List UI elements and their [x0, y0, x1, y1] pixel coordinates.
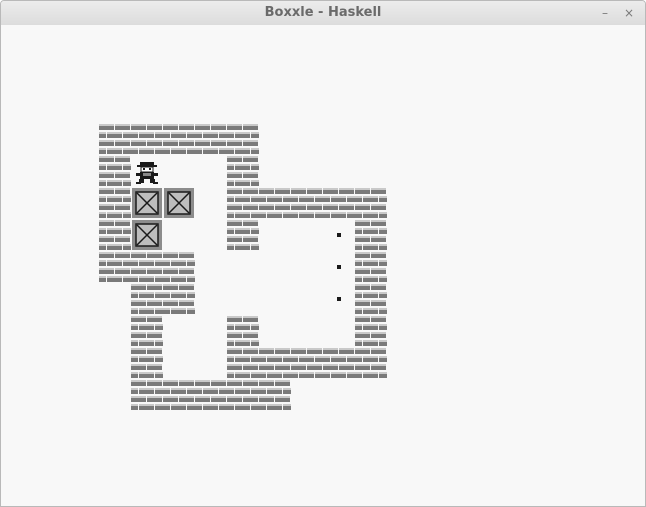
brick-wall-icon	[163, 124, 195, 154]
brick-wall-icon	[99, 220, 131, 250]
crate-icon	[132, 220, 162, 250]
brick-wall-icon	[291, 188, 323, 218]
sokoban-level	[99, 124, 387, 410]
brick-wall-icon	[355, 188, 387, 218]
warehouse-keeper-icon	[136, 162, 158, 184]
brick-wall-icon	[99, 124, 131, 154]
brick-wall-icon	[227, 348, 259, 378]
brick-wall-icon	[323, 348, 355, 378]
brick-wall-icon	[227, 156, 259, 186]
brick-wall-icon	[131, 124, 163, 154]
brick-wall-icon	[131, 348, 163, 378]
brick-wall-icon	[259, 380, 291, 410]
brick-wall-icon	[131, 252, 163, 282]
brick-wall-icon	[163, 252, 195, 282]
goal-dot-icon	[337, 297, 341, 301]
brick-wall-icon	[163, 284, 195, 314]
brick-wall-icon	[227, 124, 259, 154]
brick-wall-icon	[163, 380, 195, 410]
brick-wall-icon	[259, 348, 291, 378]
brick-wall-icon	[355, 284, 387, 314]
brick-wall-icon	[355, 252, 387, 282]
brick-wall-icon	[99, 252, 131, 282]
app-window: Boxxle - Haskell – ×	[0, 0, 646, 507]
brick-wall-icon	[291, 348, 323, 378]
brick-wall-icon	[355, 348, 387, 378]
brick-wall-icon	[227, 380, 259, 410]
game-board[interactable]	[1, 25, 645, 506]
brick-wall-icon	[259, 188, 291, 218]
brick-wall-icon	[99, 156, 131, 186]
brick-wall-icon	[323, 188, 355, 218]
brick-wall-icon	[195, 380, 227, 410]
brick-wall-icon	[195, 124, 227, 154]
brick-wall-icon	[227, 316, 259, 346]
crate-icon	[132, 188, 162, 218]
brick-wall-icon	[99, 188, 131, 218]
title-bar[interactable]: Boxxle - Haskell – ×	[1, 1, 645, 26]
brick-wall-icon	[355, 316, 387, 346]
minimize-button[interactable]: –	[597, 5, 613, 21]
brick-wall-icon	[131, 284, 163, 314]
brick-wall-icon	[355, 220, 387, 250]
close-button[interactable]: ×	[621, 5, 637, 21]
crate-icon	[164, 188, 194, 218]
goal-dot-icon	[337, 233, 341, 237]
goal-dot-icon	[337, 265, 341, 269]
brick-wall-icon	[131, 316, 163, 346]
brick-wall-icon	[227, 220, 259, 250]
brick-wall-icon	[227, 188, 259, 218]
window-title: Boxxle - Haskell	[264, 5, 382, 20]
brick-wall-icon	[131, 380, 163, 410]
